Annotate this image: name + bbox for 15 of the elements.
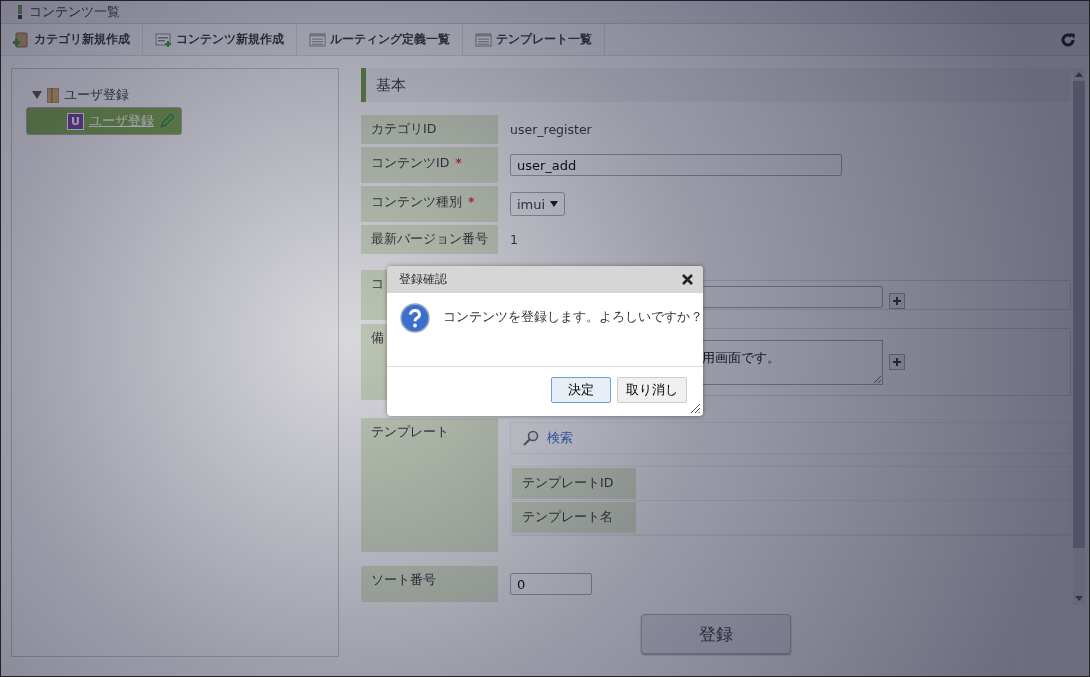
field-label: コンテンツID * — [361, 147, 498, 183]
field-label: テンプレート — [361, 418, 498, 552]
content-badge: U — [67, 112, 84, 130]
section-header: 基本 — [361, 68, 1071, 102]
dialog-title: 登録確認 — [399, 271, 447, 288]
field-label: 最新バージョン番号 — [361, 225, 498, 254]
field-value: user_register — [510, 122, 593, 137]
field-label: カテゴリID — [361, 115, 498, 144]
required-mark: * — [468, 194, 475, 209]
field-label: ソート番号 — [361, 566, 498, 602]
field-label: コンテンツ種別 * — [361, 186, 498, 222]
field-value: 1 — [510, 232, 519, 247]
table-header: テンプレートID — [511, 467, 637, 500]
table-header: テンプレート名 — [511, 501, 637, 534]
required-mark: * — [455, 155, 462, 170]
